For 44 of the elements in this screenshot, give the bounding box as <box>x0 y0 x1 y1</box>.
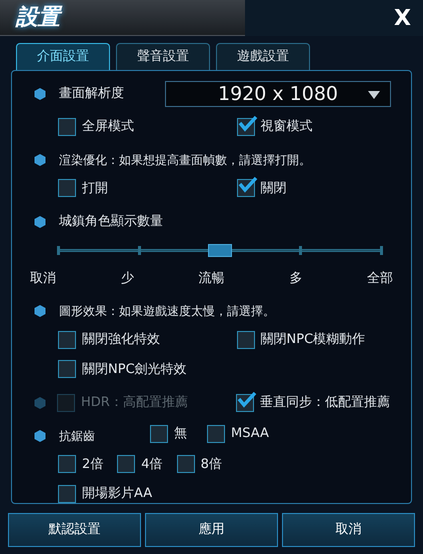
slider-stop-label: 少 <box>120 270 134 288</box>
footer-button[interactable]: 應用 <box>145 513 278 547</box>
tab[interactable]: 介面設置 <box>16 43 110 70</box>
bullet-icon <box>34 88 46 100</box>
checkbox-option[interactable]: 打開 <box>58 178 234 198</box>
checkbox-option[interactable]: 關閉NPC劍光特效 <box>58 360 234 379</box>
checkbox-option[interactable]: 2倍 <box>58 454 104 474</box>
checkbox-option[interactable]: 開場影片AA <box>58 484 234 504</box>
checkmark-icon <box>238 114 258 134</box>
footer-button[interactable]: 取消 <box>282 513 415 547</box>
checkbox-option[interactable]: MSAA <box>207 424 269 444</box>
slider-stop-label: 流暢 <box>198 270 224 288</box>
setting-label: 渲染優化：如果想提高畫面幀數，請選擇打開。 <box>59 152 311 168</box>
slider-stop-label: 多 <box>289 270 302 288</box>
setting-label: 城鎮角色顯示數量 <box>59 213 163 231</box>
slider-stop-label: 全部 <box>367 270 393 288</box>
bullet-icon <box>34 430 46 442</box>
slider-track[interactable] <box>58 244 381 256</box>
slider-thumb[interactable] <box>208 244 232 256</box>
tab[interactable]: 聲音設置 <box>116 43 210 70</box>
checkbox-option[interactable]: 關閉NPC模糊動作 <box>236 330 411 350</box>
checkbox-option[interactable]: 關閉強化特效 <box>58 330 234 350</box>
window-title: 設置 <box>16 1 60 34</box>
checkmark-icon <box>237 390 257 410</box>
slider-stop-label: 取消 <box>30 270 56 288</box>
checkbox-option[interactable]: 無 <box>150 424 187 444</box>
checkmark-icon <box>238 175 258 196</box>
checkbox-option[interactable]: 關閉 <box>236 178 411 198</box>
setting-label: 圖形效果：如果遊戲速度太慢，請選擇。 <box>59 303 275 320</box>
close-button[interactable]: X <box>394 2 411 34</box>
checkbox-option[interactable]: 垂直同步：低配置推薦 <box>236 393 411 412</box>
setting-label: 畫面解析度 <box>59 85 125 104</box>
checkbox-option[interactable]: 視窗模式 <box>236 117 411 136</box>
checkbox-option[interactable]: 全屏模式 <box>58 117 234 136</box>
bullet-icon <box>34 216 46 228</box>
footer-button[interactable]: 默認設置 <box>8 513 141 547</box>
checkbox-option[interactable]: 8倍 <box>176 454 222 474</box>
dropdown-arrow-icon <box>368 91 380 99</box>
resolution-dropdown[interactable]: 1920 x 1080 <box>165 81 391 107</box>
tab[interactable]: 遊戲設置 <box>216 43 310 70</box>
bullet-icon <box>34 154 46 166</box>
bullet-icon <box>34 305 46 317</box>
setting-label: 抗鋸齒 <box>59 428 96 444</box>
checkbox-option[interactable]: 4倍 <box>117 454 163 474</box>
